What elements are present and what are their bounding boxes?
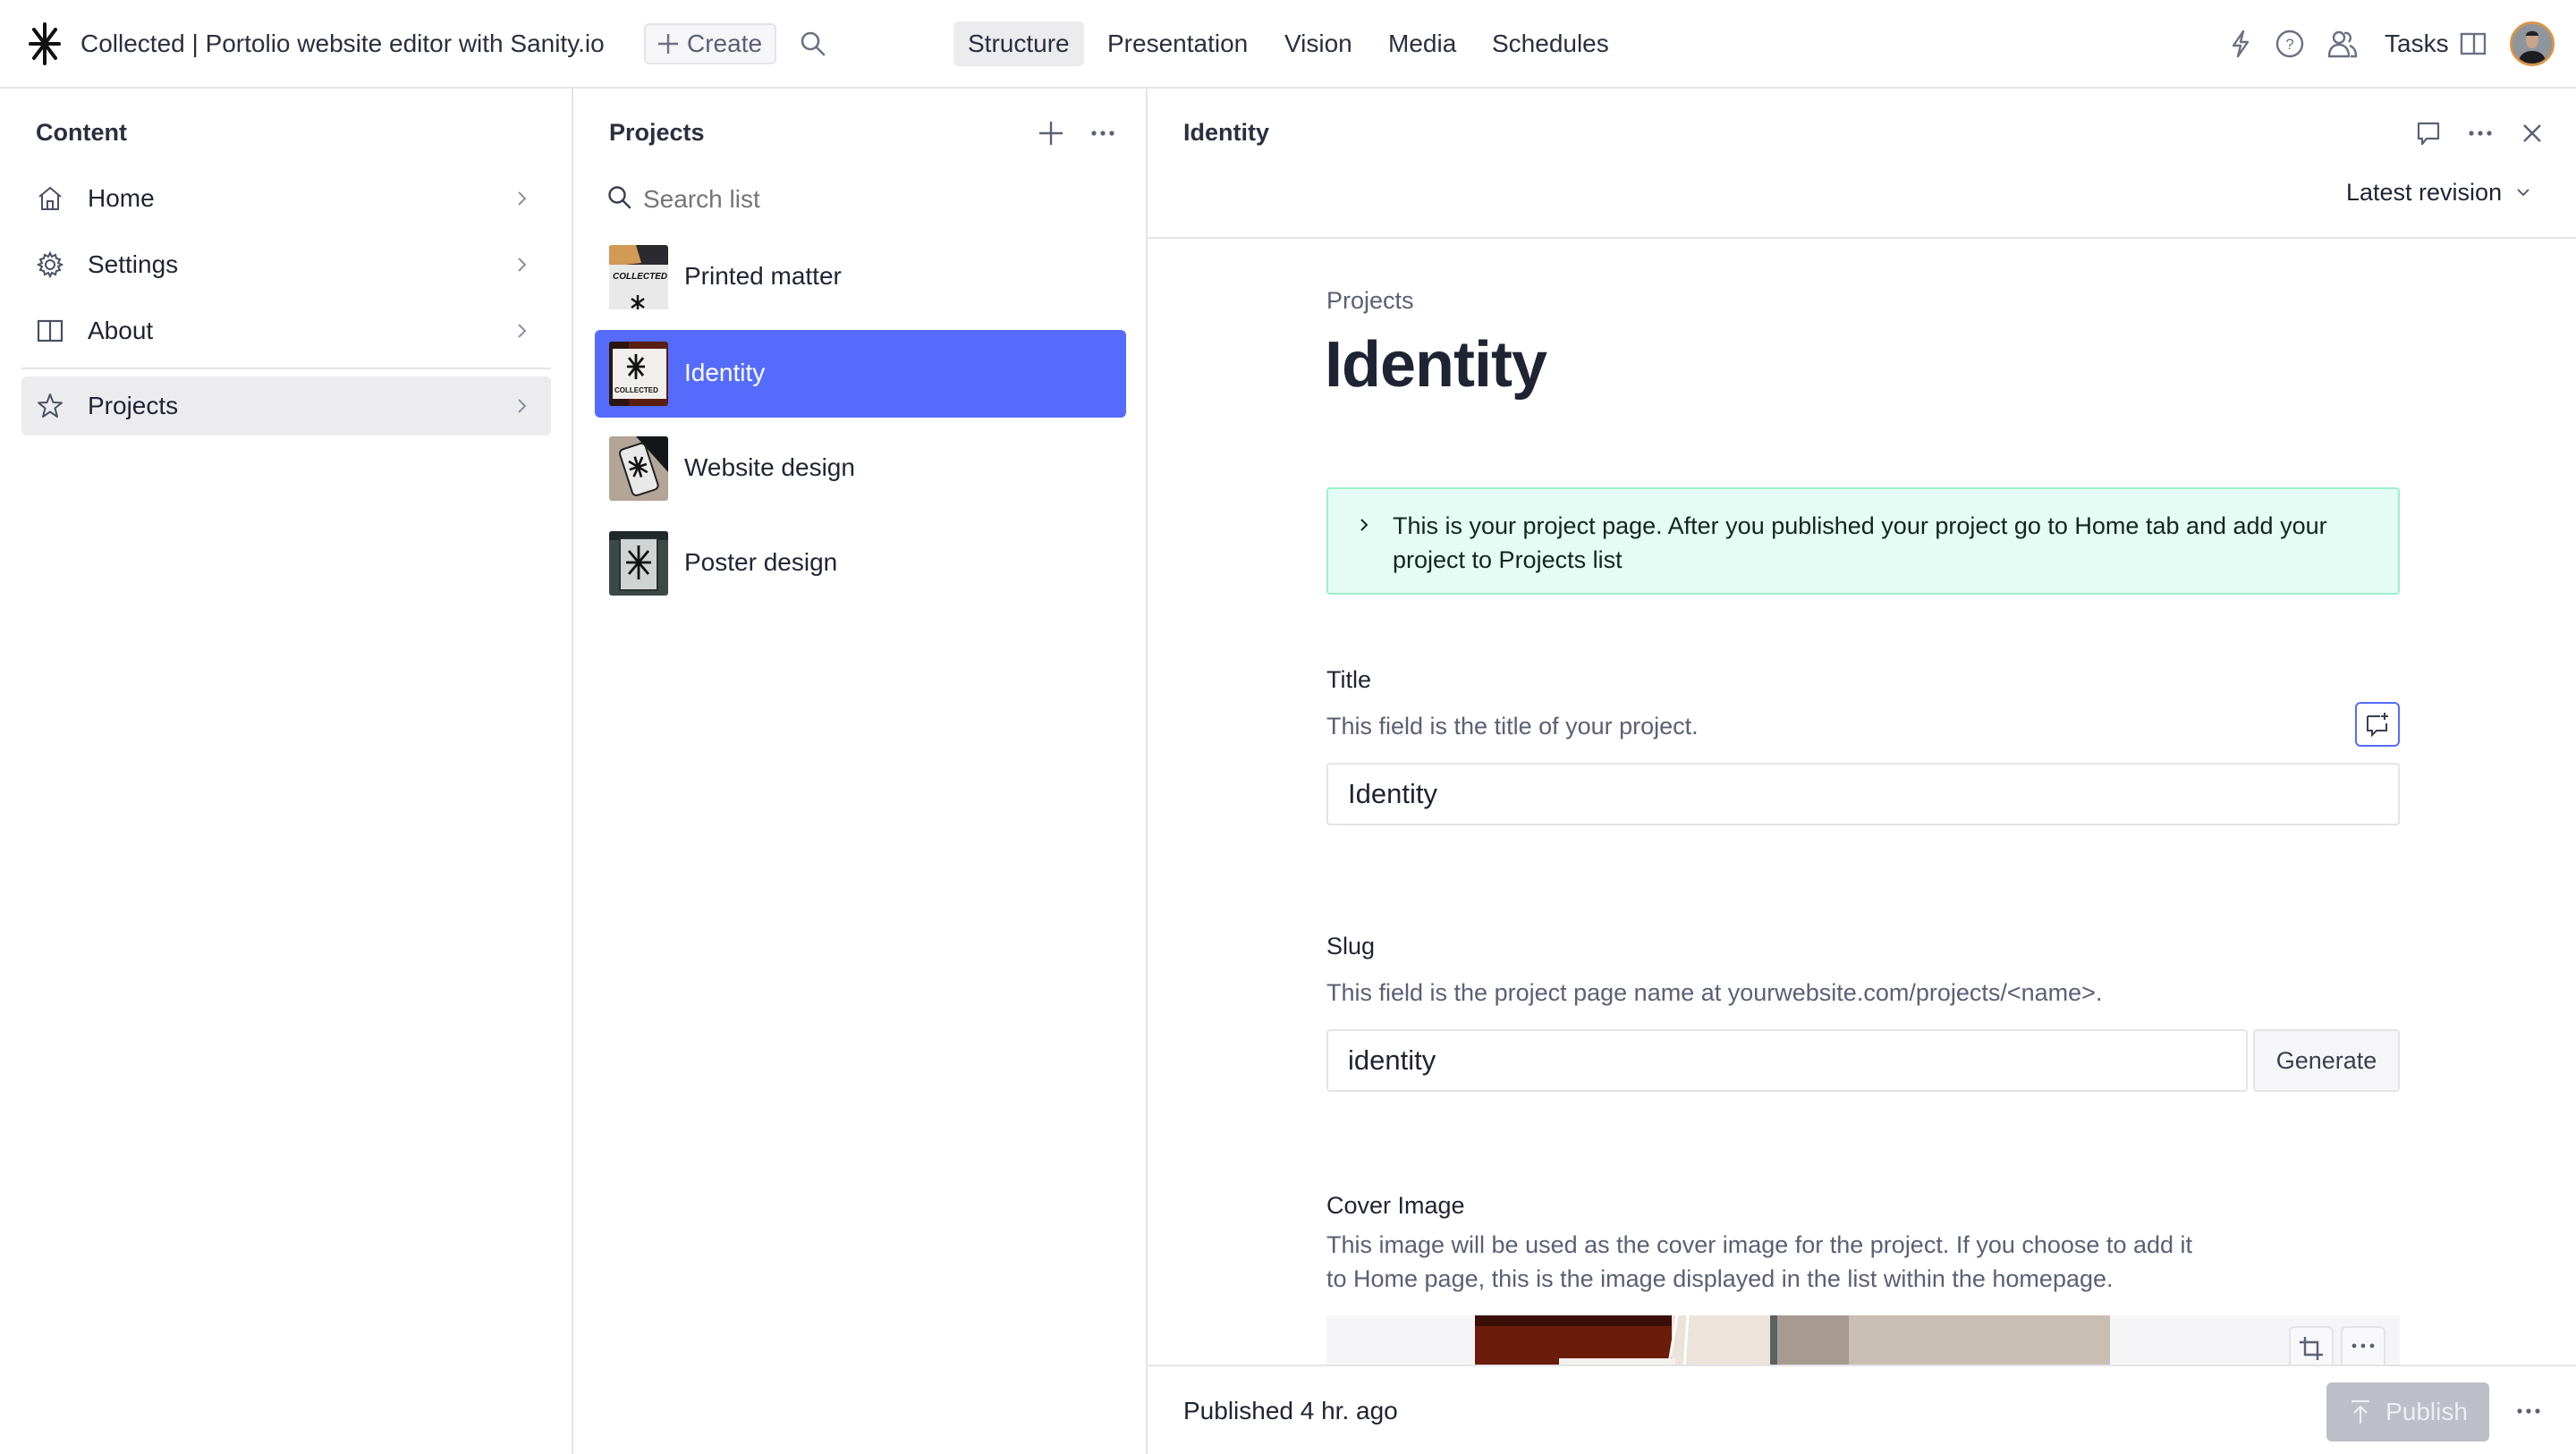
document-title: Identity [1325, 329, 1547, 401]
document-pane: Identity Latest revision Projects Identi… [1148, 89, 2576, 1454]
publish-status: Published 4 hr. ago [1183, 1397, 1398, 1424]
chevron-right-icon [512, 189, 531, 208]
more-options-icon[interactable] [1085, 115, 1121, 151]
sidebar-title: Content [36, 119, 127, 146]
svg-text:COLLECTED: COLLECTED [614, 386, 658, 394]
cover-image-preview[interactable] [1326, 1315, 2400, 1369]
sidebar-item-projects[interactable]: Projects [21, 376, 551, 435]
image-more-options-icon[interactable] [2341, 1326, 2385, 1369]
add-project-button[interactable] [1033, 115, 1069, 151]
chevron-down-icon [2514, 183, 2532, 201]
add-comment-button[interactable] [2355, 702, 2400, 747]
projects-list-pane: Projects COLLECTED Printed matter [573, 89, 1148, 1454]
sidebar-item-label: Home [88, 184, 155, 212]
list-item-label: Website design [684, 453, 855, 481]
thumbnail-image: COLLECTED [609, 342, 668, 406]
slug-field-label: Slug [1326, 933, 1376, 959]
nav-tab-presentation[interactable]: Presentation [1093, 21, 1262, 66]
list-pane-title: Projects [609, 119, 705, 146]
top-navbar: Collected | Portolio website editor with… [0, 0, 2576, 89]
title-input[interactable]: Identity [1326, 763, 2400, 825]
create-button[interactable]: Create [644, 23, 776, 64]
sidebar-item-about[interactable]: About [21, 301, 551, 360]
document-footer: Published 4 hr. ago Publish [1148, 1365, 2576, 1454]
cover-image-description-line1: This image will be used as the cover ima… [1326, 1231, 2193, 1258]
nav-tab-schedules[interactable]: Schedules [1478, 21, 1623, 66]
chevron-right-icon [512, 321, 531, 341]
close-icon[interactable] [2514, 115, 2550, 151]
generate-slug-button[interactable]: Generate [2253, 1029, 2400, 1092]
slug-input[interactable]: identity [1326, 1029, 2248, 1092]
comment-icon[interactable] [2411, 115, 2446, 151]
revision-label: Latest revision [2346, 178, 2503, 206]
svg-text:?: ? [2285, 36, 2293, 53]
svg-text:COLLECTED: COLLECTED [613, 272, 667, 282]
chevron-right-icon [512, 396, 531, 416]
book-icon [36, 317, 64, 345]
list-item-poster-design[interactable]: Poster design [595, 520, 1126, 607]
sidebar-item-label: Settings [88, 250, 179, 278]
nav-tab-media[interactable]: Media [1374, 21, 1470, 66]
sidebar-divider [21, 368, 551, 369]
search-list-input[interactable] [643, 180, 1108, 219]
list-item-website-design[interactable]: Website design [595, 425, 1126, 512]
title-field-label: Title [1326, 666, 1372, 693]
sidebar-item-settings[interactable]: Settings [21, 235, 551, 294]
cover-image-description-line2: to Home page, this is the image displaye… [1326, 1265, 2114, 1292]
revision-dropdown[interactable]: Latest revision [2346, 174, 2532, 210]
nav-tab-vision[interactable]: Vision [1270, 21, 1367, 66]
list-item-identity[interactable]: COLLECTED Identity [595, 330, 1126, 418]
document-header-title: Identity [1183, 119, 1270, 146]
list-item-label: Poster design [684, 548, 838, 576]
sidebar-item-label: Projects [88, 392, 179, 419]
users-icon[interactable] [2326, 27, 2360, 61]
tasks-button[interactable]: Tasks [2385, 27, 2449, 61]
asterisk-logo-icon[interactable] [27, 22, 63, 65]
slug-field-description: This field is the project page name at y… [1326, 979, 2103, 1006]
search-icon[interactable] [798, 29, 828, 59]
breadcrumb: Projects [1326, 287, 1414, 314]
nav-tab-structure[interactable]: Structure [953, 21, 1084, 66]
publish-label: Publish [2385, 1398, 2468, 1425]
sidebar-item-label: About [88, 317, 154, 344]
more-options-icon[interactable] [2462, 115, 2498, 151]
info-callout[interactable]: This is your project page. After you pub… [1326, 487, 2400, 595]
thumbnail-image: COLLECTED [609, 245, 668, 309]
bolt-icon[interactable] [2224, 27, 2258, 61]
avatar[interactable] [2510, 21, 2555, 66]
gear-icon [36, 250, 64, 279]
thumbnail-image [609, 436, 668, 501]
publish-button[interactable]: Publish [2326, 1382, 2489, 1441]
chevron-right-icon [1355, 516, 1373, 534]
plus-icon [657, 32, 680, 55]
sidebar-item-home[interactable]: Home [21, 169, 551, 228]
home-icon [36, 184, 64, 213]
search-icon [606, 183, 634, 212]
list-item-label: Identity [684, 359, 766, 386]
create-label: Create [687, 30, 763, 57]
publish-icon [2348, 1399, 2373, 1425]
title-field-description: This field is the title of your project. [1326, 713, 1699, 740]
content-sidebar: Content Home Settings About Projects [0, 89, 573, 1454]
chevron-right-icon [512, 255, 531, 275]
crop-button[interactable] [2289, 1326, 2334, 1369]
document-header-divider [1148, 237, 2576, 239]
footer-more-options-icon[interactable] [2511, 1393, 2546, 1429]
cover-image-field-label: Cover Image [1326, 1192, 1465, 1219]
search-list-field[interactable] [606, 174, 1115, 224]
list-item-printed-matter[interactable]: COLLECTED Printed matter [595, 233, 1126, 321]
callout-text: This is your project page. After you pub… [1393, 512, 2327, 573]
panel-split-icon[interactable] [2456, 27, 2490, 61]
star-icon [36, 392, 64, 420]
list-item-label: Printed matter [684, 262, 842, 290]
app-title[interactable]: Collected | Portolio website editor with… [80, 27, 605, 61]
help-circle-icon[interactable]: ? [2273, 27, 2307, 61]
thumbnail-image [609, 531, 668, 596]
